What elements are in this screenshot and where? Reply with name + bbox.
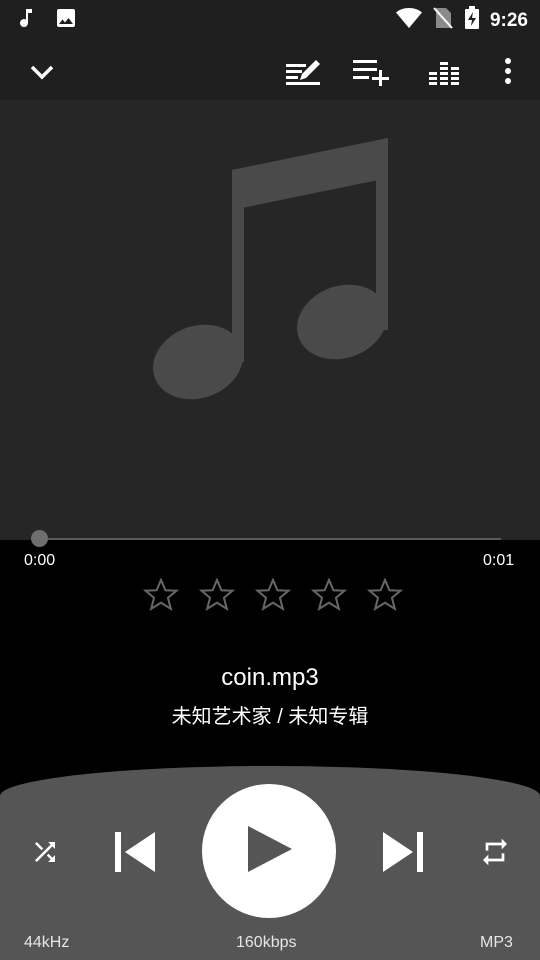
- track-title: coin.mp3: [221, 664, 319, 691]
- equalizer-icon[interactable]: [420, 44, 468, 100]
- bitrate: 160kbps: [236, 934, 297, 951]
- star-icon[interactable]: [198, 576, 236, 619]
- skip-next-icon[interactable]: [378, 826, 430, 878]
- music-note-icon: [140, 130, 400, 415]
- music-note-icon: [14, 6, 38, 35]
- wifi-icon: [395, 7, 422, 34]
- status-time: 9:26: [489, 9, 528, 31]
- battery-charging-icon: [464, 6, 480, 35]
- total-time: 0:01: [483, 552, 515, 569]
- star-icon[interactable]: [310, 576, 348, 619]
- play-icon: [244, 824, 294, 879]
- chevron-down-icon[interactable]: [18, 44, 66, 100]
- album-art: [0, 100, 540, 540]
- shuffle-icon[interactable]: [22, 830, 68, 874]
- no-sim-icon: [432, 6, 454, 35]
- edit-tags-icon[interactable]: [280, 44, 328, 100]
- toolbar: [0, 44, 540, 100]
- status-bar: 9:26: [0, 0, 540, 36]
- image-icon: [54, 6, 78, 35]
- more-vert-icon[interactable]: [484, 44, 532, 100]
- seek-bar[interactable]: [39, 538, 501, 540]
- elapsed-time: 0:00: [24, 552, 56, 569]
- artist-album: 未知艺术家 / 未知专辑: [171, 706, 369, 728]
- sample-rate: 44kHz: [24, 934, 70, 951]
- add-to-playlist-icon[interactable]: [348, 44, 396, 100]
- file-format: MP3: [480, 934, 513, 951]
- star-icon[interactable]: [366, 576, 404, 619]
- star-icon[interactable]: [142, 576, 180, 619]
- star-icon[interactable]: [254, 576, 292, 619]
- repeat-icon[interactable]: [472, 830, 518, 874]
- play-button[interactable]: [202, 784, 336, 918]
- skip-previous-icon[interactable]: [108, 826, 160, 878]
- seek-thumb[interactable]: [31, 530, 48, 547]
- rating-bar[interactable]: [142, 576, 404, 619]
